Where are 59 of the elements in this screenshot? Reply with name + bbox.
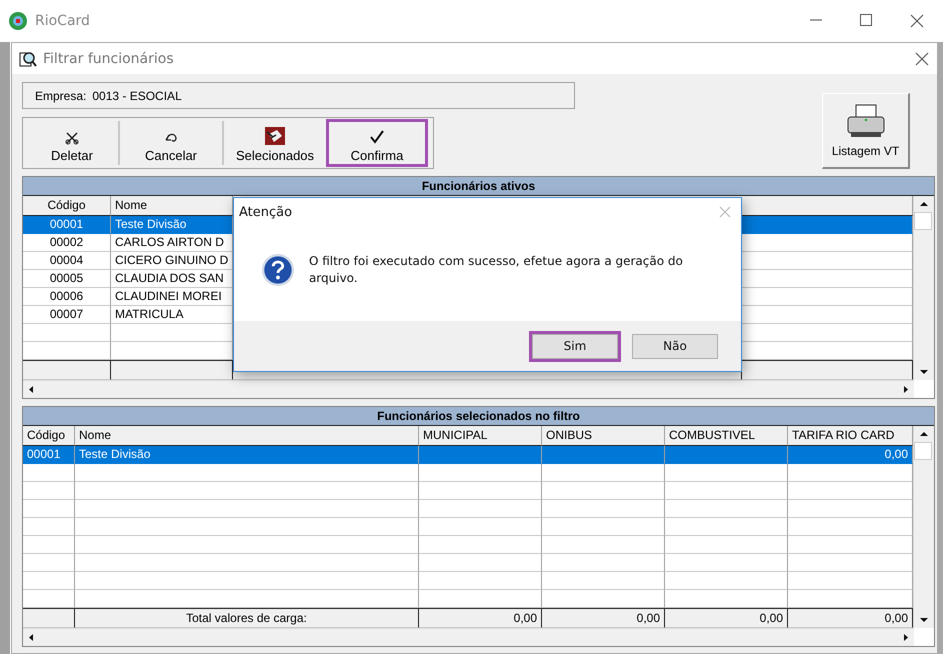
column-header[interactable]: Código	[23, 196, 111, 216]
vertical-scrollbar[interactable]	[913, 426, 934, 628]
table-cell	[23, 572, 75, 590]
table-cell: 0,00	[665, 608, 788, 628]
question-icon	[261, 252, 295, 288]
table-cell: 0,00	[542, 608, 665, 628]
table-cell: Teste Divisão	[111, 216, 233, 234]
close-icon[interactable]	[910, 14, 924, 28]
table-cell: 00006	[23, 288, 111, 306]
scrollbar-thumb[interactable]	[914, 442, 932, 460]
table-cell	[23, 464, 75, 482]
column-header[interactable]: COMBUSTIVEL	[665, 426, 788, 446]
table-cell: Teste Divisão	[75, 446, 419, 464]
column-header[interactable]: ONIBUS	[542, 426, 665, 446]
column-header[interactable]: TARIFA RIO CARD	[788, 426, 913, 446]
report-button[interactable]: Listagem VT	[822, 93, 910, 169]
table-cell: 00001	[23, 446, 75, 464]
table-cell: 00004	[23, 252, 111, 270]
table-cell: 0,00	[419, 608, 542, 628]
toolbar-button[interactable]: Confirma	[328, 121, 426, 165]
scissors-icon	[65, 131, 79, 145]
table-cell: 00005	[23, 270, 111, 288]
vertical-scrollbar[interactable]	[913, 196, 934, 380]
checkmark-icon	[369, 129, 385, 145]
table-cell	[23, 536, 75, 554]
table-cell	[23, 518, 75, 536]
table-cell: 0,00	[788, 608, 913, 628]
window-title: RioCard	[35, 13, 90, 29]
column-header[interactable]: Nome	[75, 426, 419, 446]
table-cell: 0,00	[788, 446, 913, 464]
horizontal-scrollbar[interactable]	[23, 380, 914, 398]
grid-title: Funcionários ativos	[422, 179, 536, 193]
table-cell	[23, 608, 75, 628]
grid-title: Funcionários selecionados no filtro	[377, 409, 580, 423]
table-cell	[23, 482, 75, 500]
dialog-window-title: Filtrar funcionários	[43, 50, 174, 66]
table-cell: 00007	[23, 306, 111, 324]
dialog-title: Atenção	[239, 204, 292, 220]
globe-icon	[8, 11, 28, 31]
column-header[interactable]: MUNICIPAL	[419, 426, 542, 446]
yes-button[interactable]: Sim	[529, 330, 621, 362]
printer-icon	[846, 104, 886, 140]
table-cell: 00001	[23, 216, 111, 234]
magnifier-document-icon	[19, 50, 37, 68]
table-cell	[23, 554, 75, 572]
column-header[interactable]: Código	[23, 426, 75, 446]
dialog-message: O filtro foi executado com sucesso, efetue agora a geração do arquivo.	[308, 252, 684, 286]
column-header[interactable]: Nome	[111, 196, 233, 216]
company-value: 0013 - ESOCIAL	[92, 88, 182, 102]
table-cell	[23, 500, 75, 518]
company-label: Empresa:	[35, 88, 86, 102]
column-header[interactable]	[742, 196, 913, 216]
checklist-icon	[265, 127, 285, 145]
table-cell: Total valores de carga:	[75, 608, 419, 628]
close-icon[interactable]	[915, 52, 929, 66]
table-cell: 00002	[23, 234, 111, 252]
scrollbar-thumb[interactable]	[914, 212, 932, 230]
horizontal-scrollbar[interactable]	[23, 628, 914, 646]
maximize-icon[interactable]	[860, 14, 872, 26]
